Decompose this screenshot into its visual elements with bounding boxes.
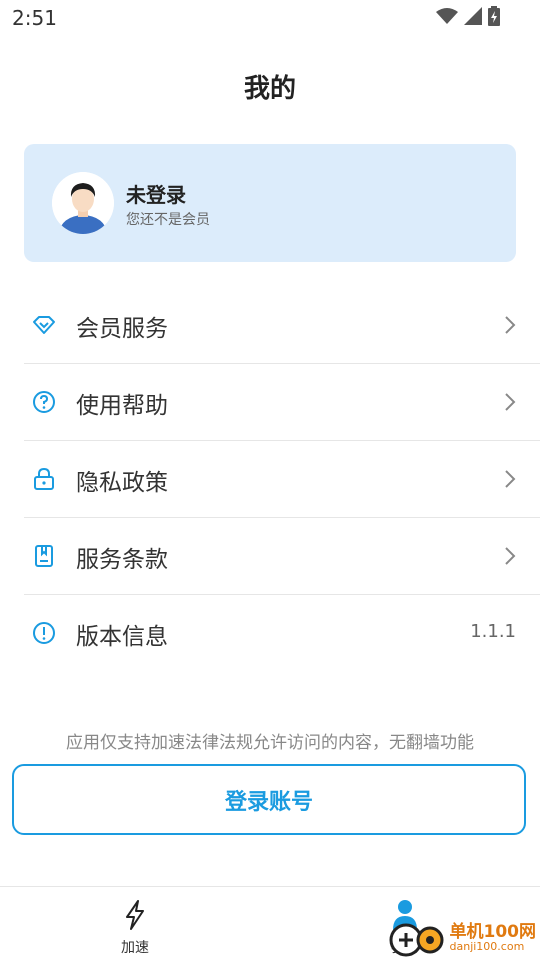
- tab-label: 加速: [121, 940, 149, 956]
- signal-icon: [464, 7, 482, 25]
- menu-item-version[interactable]: 版本信息 1.1.1: [24, 595, 540, 671]
- diamond-icon: [33, 316, 55, 334]
- tab-accelerate[interactable]: 加速: [95, 899, 175, 957]
- menu-item-label: 隐私政策: [76, 470, 168, 496]
- chevron-right-icon: [505, 470, 516, 488]
- login-button[interactable]: 登录账号: [12, 764, 526, 835]
- chevron-right-icon: [505, 547, 516, 565]
- lock-icon: [34, 467, 54, 490]
- menu-item-label: 版本信息: [76, 624, 168, 650]
- menu-item-label: 会员服务: [76, 316, 168, 342]
- profile-card[interactable]: 未登录 您还不是会员: [24, 144, 516, 262]
- battery-icon: [488, 6, 500, 26]
- profile-name: 未登录: [126, 183, 186, 207]
- info-icon: [33, 622, 55, 644]
- page-title: 我的: [243, 74, 296, 104]
- membership-status: 您还不是会员: [126, 212, 210, 228]
- help-icon: [33, 391, 55, 413]
- chevron-right-icon: [505, 393, 516, 411]
- disclaimer-text: 应用仅支持加速法律法规允许访问的内容，无翻墙功能: [66, 733, 474, 753]
- watermark-title: 单机100网: [449, 922, 537, 942]
- status-bar: 2:51: [0, 0, 540, 36]
- menu-item-membership[interactable]: 会员服务: [24, 287, 540, 364]
- version-number: 1.1.1: [470, 621, 516, 642]
- avatar[interactable]: [52, 172, 114, 234]
- watermark-logo-icon: [389, 923, 443, 957]
- menu-item-label: 使用帮助: [76, 393, 168, 419]
- chevron-right-icon: [505, 316, 516, 334]
- status-time: 2:51: [12, 6, 57, 30]
- status-icons: [436, 6, 500, 26]
- menu-item-label: 服务条款: [76, 547, 168, 573]
- lightning-icon: [126, 900, 144, 930]
- user-avatar-icon: [52, 172, 114, 234]
- settings-menu: 会员服务 使用帮助 隐私政策 服务条款 版本信息 1.1.1: [24, 287, 540, 671]
- document-icon: [35, 545, 53, 567]
- menu-item-help[interactable]: 使用帮助: [24, 364, 540, 441]
- menu-item-privacy[interactable]: 隐私政策: [24, 441, 540, 518]
- wifi-icon: [436, 8, 458, 24]
- menu-item-terms[interactable]: 服务条款: [24, 518, 540, 595]
- watermark-url: danji100.com: [449, 940, 525, 953]
- watermark: 单机100网 danji100.com: [386, 918, 537, 958]
